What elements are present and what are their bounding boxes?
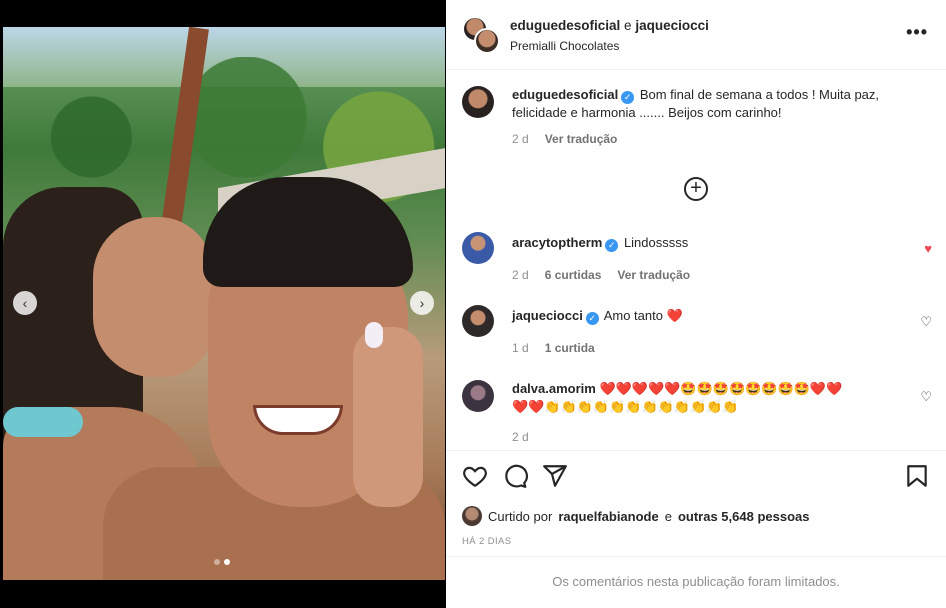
- share-button[interactable]: [542, 463, 568, 489]
- caption-age: 2 d: [512, 132, 529, 146]
- post-timestamp[interactable]: HÁ 2 DIAS: [462, 536, 512, 547]
- comment-username[interactable]: dalva.amorim: [512, 381, 596, 396]
- avatar: [474, 28, 500, 54]
- avatar[interactable]: [462, 86, 494, 118]
- likes-summary: Curtido por raquelfabianode e outras 5,6…: [462, 506, 810, 526]
- heart-outline-icon: [463, 466, 487, 488]
- carousel-prev-button[interactable]: ‹: [13, 291, 37, 315]
- caption-meta: 2 d Ver tradução: [512, 130, 932, 148]
- comment-likes-link[interactable]: 6 curtidas: [545, 266, 602, 284]
- translate-link[interactable]: Ver tradução: [545, 130, 618, 148]
- carousel-dot-1: [214, 559, 220, 565]
- comment-age: 2 d: [512, 268, 529, 282]
- avatar[interactable]: [462, 305, 494, 337]
- comment-body: dalva.amorim ❤️❤️❤️❤️❤️🤩🤩🤩🤩🤩🤩🤩🤩❤️❤️ ❤️❤️…: [512, 380, 932, 416]
- comment-text: Amo tanto ❤️: [603, 308, 683, 323]
- post-authors: eduguedesoficial e jaqueciocci: [510, 18, 709, 33]
- comment-text: ❤️❤️❤️❤️❤️🤩🤩🤩🤩🤩🤩🤩🤩❤️❤️: [599, 381, 843, 396]
- collab-avatars[interactable]: [462, 16, 500, 54]
- comment-age: 2 d: [512, 430, 529, 444]
- more-horizontal-icon: •••: [906, 22, 928, 42]
- comments-limited-notice: Os comentários nesta publicação foram li…: [446, 556, 946, 608]
- author-conjunction: e: [624, 18, 632, 33]
- comment-item: aracytoptherm ✓ Lindosssss 2 d 6 curtidas…: [462, 232, 932, 284]
- heart-outline-icon: ♡: [920, 314, 932, 329]
- post-caption: eduguedesoficial ✓ Bom final de semana a …: [462, 86, 932, 148]
- coauthor-link[interactable]: jaqueciocci: [635, 18, 709, 33]
- comment-age: 1 d: [512, 341, 529, 355]
- heart-outline-icon: ♡: [920, 389, 932, 404]
- liker-link[interactable]: raquelfabianode: [558, 509, 658, 524]
- post-header: eduguedesoficial e jaqueciocci Premialli…: [446, 0, 946, 70]
- comment-body: aracytoptherm ✓ Lindosssss: [512, 232, 932, 252]
- translate-link[interactable]: Ver tradução: [617, 266, 690, 284]
- location-link[interactable]: Premialli Chocolates: [510, 39, 619, 53]
- likes-conjunction: e: [664, 508, 672, 524]
- comment-meta: 2 d: [512, 428, 932, 446]
- comment-bubble-icon: [505, 464, 528, 488]
- comment-likes-link[interactable]: 1 curtida: [545, 339, 595, 357]
- author-link[interactable]: eduguedesoficial: [510, 18, 620, 33]
- photo-woman-face: [93, 217, 213, 377]
- like-button[interactable]: [462, 463, 488, 489]
- caption-body: eduguedesoficial ✓ Bom final de semana a …: [512, 86, 932, 122]
- bookmark-icon: [907, 465, 927, 487]
- heart-filled-icon: ♥: [924, 241, 932, 256]
- chevron-right-icon: ›: [419, 295, 425, 311]
- comment-like-button[interactable]: ♡: [920, 388, 932, 406]
- caption-username[interactable]: eduguedesoficial: [512, 87, 618, 102]
- photo-nail: [365, 322, 383, 348]
- comment-button[interactable]: [502, 463, 528, 489]
- likes-prefix: Curtido por: [488, 508, 553, 524]
- plus-circle-icon: +: [690, 177, 702, 199]
- comment-meta: 2 d 6 curtidas Ver tradução: [512, 266, 932, 284]
- comment-body: jaqueciocci ✓ Amo tanto ❤️: [512, 305, 932, 325]
- post-media-pane: ‹ ›: [0, 0, 446, 608]
- photo-hand: [353, 327, 423, 507]
- comment-text-continued: ❤️❤️👏👏👏👏👏👏👏👏👏👏👏👏: [512, 399, 739, 414]
- verified-badge-icon: ✓: [605, 239, 619, 252]
- comment-text: Lindosssss: [623, 235, 689, 250]
- post-action-bar: [446, 450, 946, 500]
- load-more-comments-button[interactable]: +: [684, 177, 708, 201]
- paper-plane-icon: [543, 465, 567, 487]
- carousel-indicator: [214, 559, 230, 565]
- comment-item: jaqueciocci ✓ Amo tanto ❤️ 1 d 1 curtida …: [462, 305, 932, 357]
- verified-badge-icon: ✓: [621, 91, 635, 104]
- carousel-dot-2: [224, 559, 230, 565]
- comment-like-button[interactable]: ♥: [924, 240, 932, 258]
- comment-meta: 1 d 1 curtida: [512, 339, 932, 357]
- comment-item: dalva.amorim ❤️❤️❤️❤️❤️🤩🤩🤩🤩🤩🤩🤩🤩❤️❤️ ❤️❤️…: [462, 380, 932, 446]
- avatar[interactable]: [462, 380, 494, 412]
- likes-others-link[interactable]: outras 5,648 pessoas: [678, 509, 810, 524]
- comment-username[interactable]: aracytoptherm: [512, 235, 602, 250]
- comment-like-button[interactable]: ♡: [920, 313, 932, 331]
- more-options-button[interactable]: •••: [906, 22, 928, 43]
- avatar[interactable]: [462, 232, 494, 264]
- carousel-next-button[interactable]: ›: [410, 291, 434, 315]
- verified-badge-icon: ✓: [585, 312, 599, 325]
- post-photo[interactable]: [3, 27, 445, 580]
- comment-username[interactable]: jaqueciocci: [512, 308, 583, 323]
- avatar[interactable]: [462, 506, 482, 526]
- save-button[interactable]: [904, 463, 930, 489]
- post-details-panel: eduguedesoficial e jaqueciocci Premialli…: [446, 0, 946, 608]
- photo-swimsuit: [3, 407, 83, 437]
- chevron-left-icon: ‹: [22, 295, 28, 311]
